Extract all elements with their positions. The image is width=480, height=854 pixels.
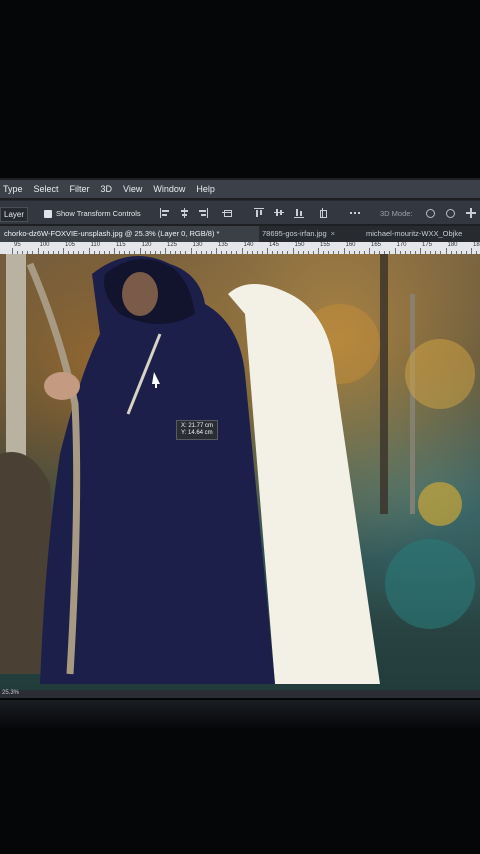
3d-pan-icon[interactable] [466, 208, 476, 218]
ruler-label: 145 [269, 242, 280, 248]
document-canvas[interactable]: X: 21.77 cm Y: 14.64 cm [0, 254, 480, 690]
menu-help[interactable]: Help [196, 184, 215, 194]
more-options-icon[interactable] [350, 208, 360, 218]
tab-label: 78695-gos-irfan.jpg [262, 229, 327, 238]
photoshop-window: Type Select Filter 3D View Window Help L… [0, 178, 480, 698]
align-top-icon[interactable] [254, 208, 264, 218]
document-tabs: chorko-dz6W-FOXVIE-unsplash.jpg @ 25.3% … [0, 226, 480, 242]
3d-roll-icon[interactable] [446, 209, 455, 218]
face [122, 272, 158, 316]
checkbox-icon[interactable] [44, 210, 52, 218]
ruler-label: 170 [396, 242, 407, 248]
status-bar: 25.3% [0, 690, 480, 698]
ground-plants [385, 539, 475, 629]
ruler-label: 105 [65, 242, 76, 248]
ruler-label: 180 [447, 242, 458, 248]
zoom-readout: 25.3% [2, 690, 20, 696]
ruler-label: 95 [14, 242, 21, 248]
transform-tooltip: X: 21.77 cm Y: 14.64 cm [176, 420, 219, 440]
menu-bar: Type Select Filter 3D View Window Help [0, 180, 480, 198]
ruler-label: 100 [39, 242, 50, 248]
distribute-vertical-icon[interactable] [318, 208, 328, 218]
options-bar: Layer Show Transform Controls 3D Mode: [0, 200, 480, 224]
close-icon[interactable]: × [331, 229, 335, 238]
monitor-bezel-glow [0, 700, 480, 730]
align-bottom-icon[interactable] [294, 208, 304, 218]
autumn-foliage [405, 339, 475, 409]
menu-window[interactable]: Window [153, 184, 185, 194]
ruler-label: 115 [116, 242, 126, 248]
ruler-label: 185 [473, 242, 480, 248]
ruler-label: 150 [294, 242, 305, 248]
align-right-icon[interactable] [198, 208, 208, 218]
align-left-icon[interactable] [160, 208, 170, 218]
yellow-leaves [418, 482, 462, 526]
menu-view[interactable]: View [123, 184, 142, 194]
tree-trunk [380, 254, 388, 514]
tooltip-y: Y: 14.64 cm [181, 430, 213, 436]
3d-mode-label: 3D Mode: [380, 209, 413, 218]
menu-type[interactable]: Type [3, 184, 23, 194]
tab-document-3[interactable]: michael-mouritz-WXX_Objke [362, 226, 480, 242]
tab-document-2[interactable]: 78695-gos-irfan.jpg × [258, 226, 362, 242]
show-transform-label: Show Transform Controls [56, 209, 141, 218]
ruler-label: 155 [320, 242, 331, 248]
hand [44, 372, 80, 400]
tab-label: michael-mouritz-WXX_Objke [366, 229, 463, 238]
ruler-label: 120 [141, 242, 152, 248]
ruler-label: 140 [243, 242, 254, 248]
tooltip-x: X: 21.77 cm [181, 423, 214, 429]
tab-label: chorko-dz6W-FOXVIE-unsplash.jpg @ 25.3% … [4, 229, 220, 238]
horizontal-ruler[interactable]: 95 100 105 110 115 120 125 130 135 140 145 150 155 16… [0, 242, 480, 254]
menu-3d[interactable]: 3D [101, 184, 113, 194]
ruler-label: 110 [90, 242, 101, 248]
tree-trunk [410, 294, 415, 514]
ruler-label: 165 [371, 242, 382, 248]
3d-orbit-icon[interactable] [426, 209, 435, 218]
auto-select-dropdown[interactable]: Layer [0, 207, 29, 222]
ruler-label: 135 [218, 242, 229, 248]
ruler-label: 160 [345, 242, 356, 248]
ruler-label: 125 [167, 242, 178, 248]
tab-document-1[interactable]: chorko-dz6W-FOXVIE-unsplash.jpg @ 25.3% … [0, 226, 259, 242]
align-middle-icon[interactable] [274, 208, 284, 218]
canvas-image [0, 254, 475, 684]
ruler-label: 130 [192, 242, 203, 248]
align-center-icon[interactable] [180, 208, 190, 218]
ruler-label: 175 [422, 242, 433, 248]
menu-select[interactable]: Select [34, 184, 59, 194]
distribute-icon[interactable] [222, 208, 232, 218]
menu-filter[interactable]: Filter [70, 184, 90, 194]
birch-trunk [6, 254, 26, 464]
